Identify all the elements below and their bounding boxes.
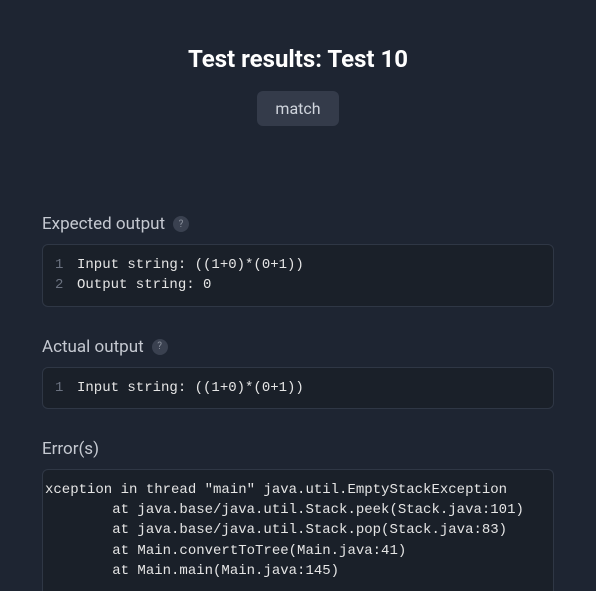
content-area: Expected output ? 1 Input string: ((1+0)… <box>0 146 596 591</box>
errors-title: Error(s) <box>42 439 99 459</box>
error-line: at Main.convertToTree(Main.java:41) <box>45 541 553 561</box>
line-content: Input string: ((1+0)*(0+1)) <box>77 255 304 275</box>
line-content: Output string: 0 <box>77 275 211 295</box>
line-number: 1 <box>55 255 77 275</box>
section-header: Actual output ? <box>42 337 554 357</box>
code-line: 1 Input string: ((1+0)*(0+1)) <box>55 255 541 275</box>
section-header: Expected output ? <box>42 214 554 234</box>
header: Test results: Test 10 match <box>0 0 596 146</box>
test-results-panel: Test results: Test 10 match Expected out… <box>0 0 596 591</box>
error-line: at java.base/java.util.Stack.peek(Stack.… <box>45 500 553 520</box>
code-line: 1 Input string: ((1+0)*(0+1)) <box>55 378 541 398</box>
help-icon[interactable]: ? <box>173 216 189 232</box>
error-line: at Main.main(Main.java:145) <box>45 561 553 581</box>
actual-output-title: Actual output <box>42 337 144 357</box>
section-header: Error(s) <box>42 439 554 459</box>
line-number: 1 <box>55 378 77 398</box>
line-content: Input string: ((1+0)*(0+1)) <box>77 378 304 398</box>
page-title: Test results: Test 10 <box>0 45 596 73</box>
error-line: xception in thread "main" java.util.Empt… <box>45 480 553 500</box>
expected-output-code: 1 Input string: ((1+0)*(0+1)) 2 Output s… <box>42 244 554 307</box>
help-icon[interactable]: ? <box>152 339 168 355</box>
actual-output-section: Actual output ? 1 Input string: ((1+0)*(… <box>42 337 554 409</box>
errors-code: xception in thread "main" java.util.Empt… <box>42 469 554 591</box>
line-number: 2 <box>55 275 77 295</box>
expected-output-section: Expected output ? 1 Input string: ((1+0)… <box>42 214 554 307</box>
error-line: at java.base/java.util.Stack.pop(Stack.j… <box>45 520 553 540</box>
actual-output-code: 1 Input string: ((1+0)*(0+1)) <box>42 367 554 409</box>
errors-section: Error(s) xception in thread "main" java.… <box>42 439 554 591</box>
expected-output-title: Expected output <box>42 214 165 234</box>
code-line: 2 Output string: 0 <box>55 275 541 295</box>
match-button[interactable]: match <box>257 91 338 126</box>
